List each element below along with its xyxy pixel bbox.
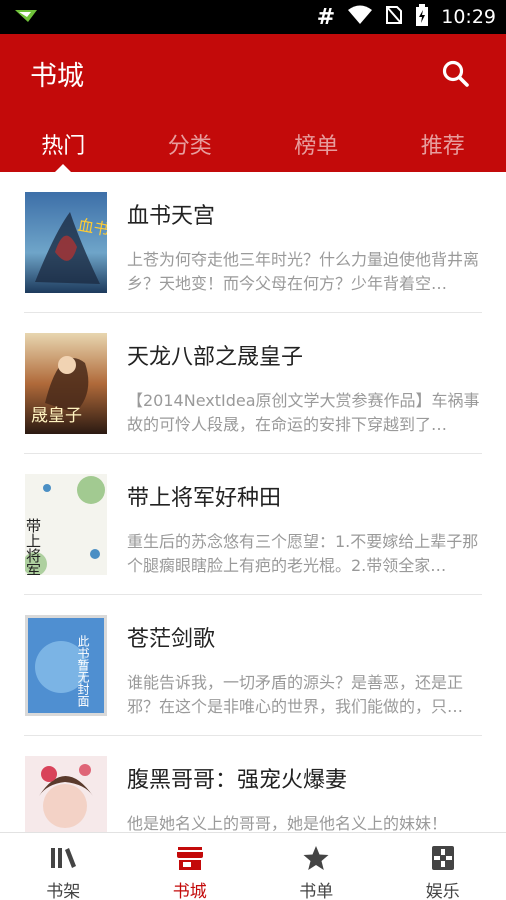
- tab-label: 热门: [41, 134, 86, 159]
- cover-text: 晟皇子: [31, 406, 82, 426]
- app-bar: 书城 热门 分类 榜单 推荐: [0, 34, 506, 172]
- wifi-icon: [347, 5, 373, 29]
- tab-ranking[interactable]: 榜单: [253, 120, 380, 172]
- no-sim-icon: [385, 5, 403, 29]
- book-description: 谁能告诉我，一切矛盾的源头？是善恶，还是正邪？在这个是非唯心的世界，我们能做的，…: [127, 673, 464, 716]
- book-cover: [25, 756, 107, 832]
- book-description: 重生后的苏念悠有三个愿望：1.不要嫁给上辈子那个腿瘸眼瞎脸上有疤的老光棍。2.带…: [127, 532, 479, 575]
- tab-label: 榜单: [294, 134, 339, 159]
- search-icon: [442, 60, 469, 87]
- tab-bar: 热门 分类 榜单 推荐: [0, 120, 506, 172]
- nav-label: 娱乐: [425, 882, 460, 900]
- nav-store[interactable]: 书城: [127, 833, 254, 900]
- page-title: 书城: [30, 61, 84, 92]
- book-title: 天龙八部之晟皇子: [127, 345, 304, 370]
- book-item[interactable]: 带上将军 带上将军好种田 重生后的苏念悠有三个愿望：1.不要嫁给上辈子那个腿瘸眼…: [0, 454, 506, 595]
- book-description: 上苍为何夺走他三年时光？什么力量迫使他背井离乡？天地变！而今父母在何方？少年背着…: [127, 250, 480, 293]
- tab-indicator: [55, 164, 71, 172]
- nav-label: 书城: [172, 882, 207, 900]
- signal-hash-icon: #: [316, 4, 336, 30]
- status-icons: # 10:29: [317, 0, 496, 34]
- tab-label: 推荐: [420, 134, 465, 159]
- status-bar: # 10:29: [0, 0, 506, 34]
- tab-category[interactable]: 分类: [127, 120, 254, 172]
- tab-recommend[interactable]: 推荐: [380, 120, 506, 172]
- book-item[interactable]: 此书暂无封面 苍茫剑歌 谁能告诉我，一切矛盾的源头？是善恶，还是正邪？在这个是非…: [0, 595, 506, 736]
- book-title: 苍茫剑歌: [127, 627, 216, 652]
- star-icon: [303, 846, 329, 870]
- tab-label: 分类: [167, 134, 212, 159]
- book-item[interactable]: 晟皇子 天龙八部之晟皇子 【2014NextIdea原创文学大赏参赛作品】车祸事…: [0, 313, 506, 454]
- book-cover: 带上将军: [25, 474, 107, 575]
- book-cover: 此书暂无封面: [25, 615, 107, 716]
- nav-entertainment[interactable]: 娱乐: [380, 833, 506, 900]
- cover-text: 带上将军: [25, 518, 42, 575]
- book-description: 【2014NextIdea原创文学大赏参赛作品】车祸事故的可怜人段晟，在命运的安…: [127, 391, 480, 434]
- book-cover: 晟皇子: [25, 333, 107, 434]
- cover-text: 此书暂无封面: [76, 635, 90, 707]
- book-cover: 血书天宫: [25, 192, 107, 293]
- clock: 10:29: [441, 6, 496, 28]
- nav-booklist[interactable]: 书单: [253, 833, 380, 900]
- bookshelf-icon: [51, 848, 77, 868]
- battery-charging-icon: [415, 4, 429, 30]
- notification-icon: [14, 9, 38, 29]
- tab-hot[interactable]: 热门: [0, 120, 127, 172]
- book-item[interactable]: 腹黑哥哥：强宠火爆妻 他是她名义上的哥哥，她是他名义上的妹妹！: [0, 736, 506, 832]
- store-icon: [176, 847, 203, 870]
- book-description: 他是她名义上的哥哥，她是他名义上的妹妹！: [127, 814, 448, 832]
- nav-label: 书单: [299, 882, 334, 900]
- book-title: 带上将军好种田: [127, 486, 282, 511]
- nav-bookshelf[interactable]: 书架: [0, 833, 127, 900]
- book-title: 腹黑哥哥：强宠火爆妻: [127, 768, 348, 793]
- nav-label: 书架: [46, 882, 81, 900]
- search-button[interactable]: [440, 58, 474, 92]
- book-list[interactable]: 血书天宫 血书天宫 上苍为何夺走他三年时光？什么力量迫使他背井离乡？天地变！而今…: [0, 172, 506, 832]
- bottom-nav: 书架 书城 书单 娱乐: [0, 832, 506, 900]
- book-title: 血书天宫: [127, 204, 216, 229]
- book-item[interactable]: 血书天宫 血书天宫 上苍为何夺走他三年时光？什么力量迫使他背井离乡？天地变！而今…: [0, 172, 506, 313]
- game-icon: [431, 846, 454, 870]
